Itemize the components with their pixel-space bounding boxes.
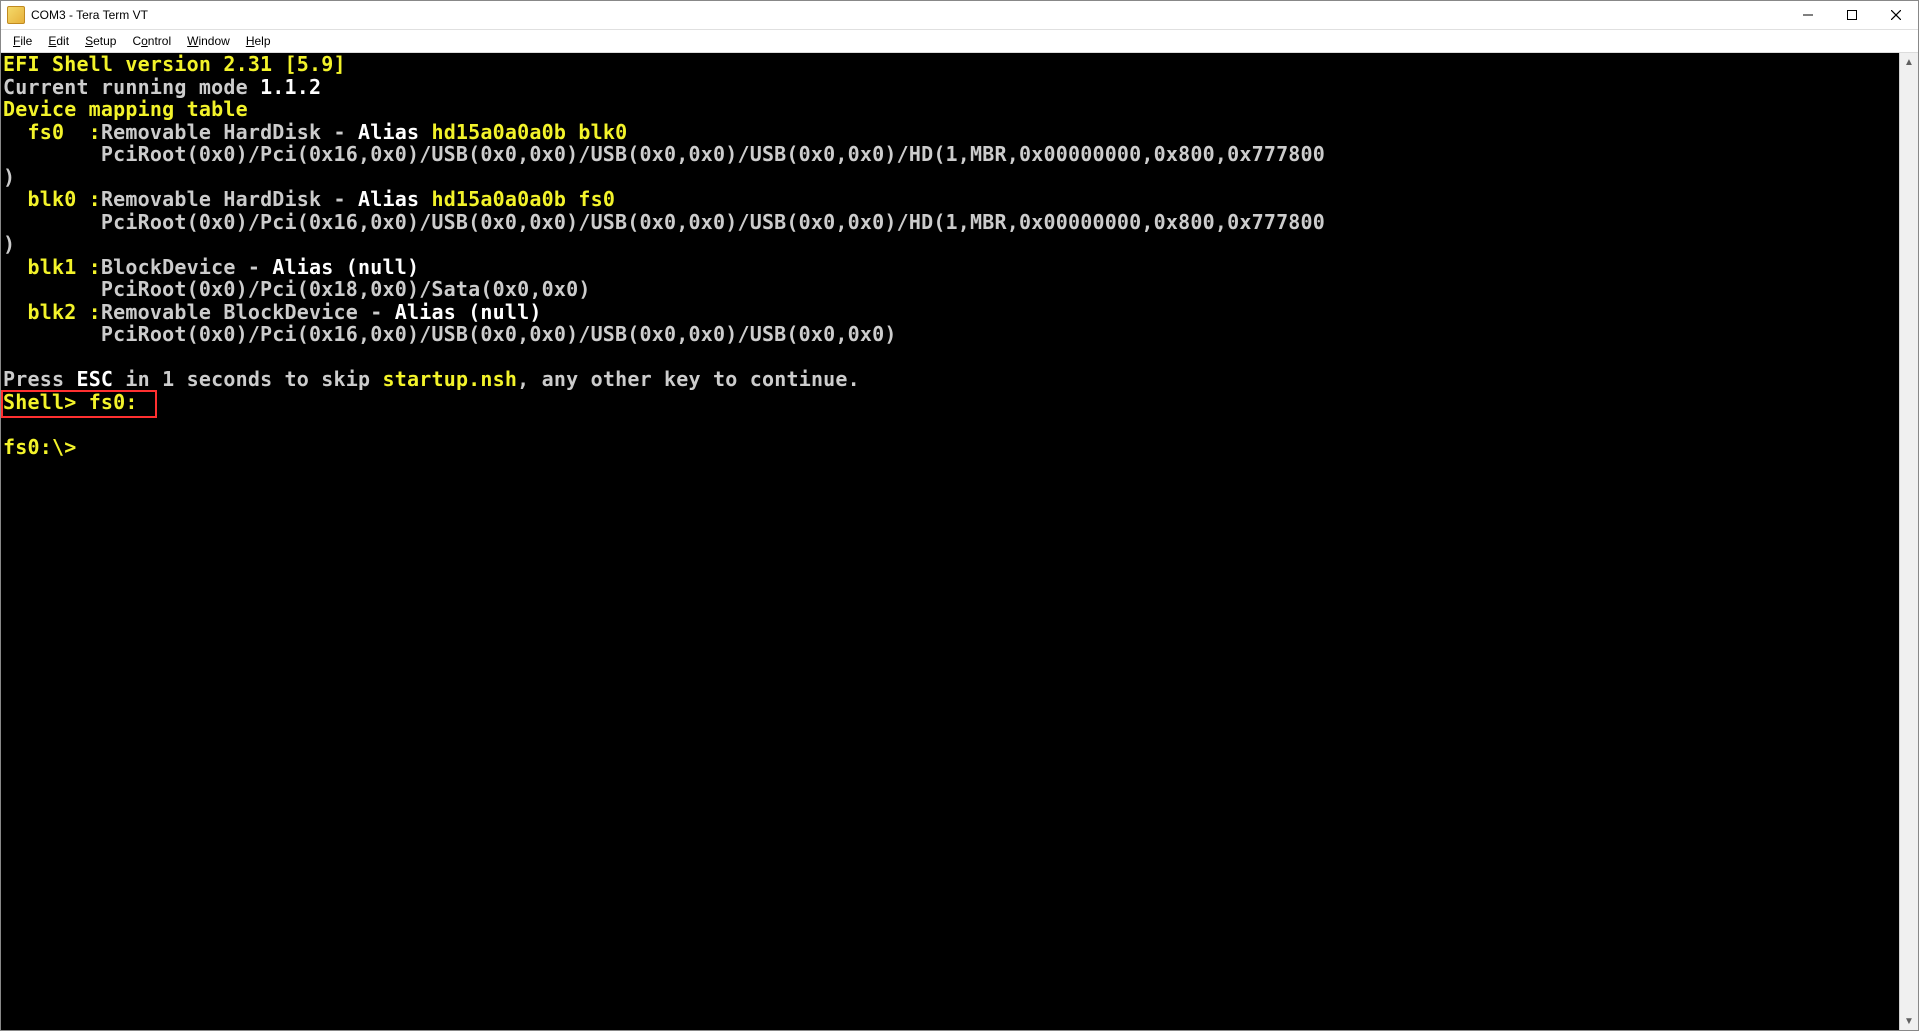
maximize-button[interactable] <box>1830 1 1874 29</box>
close-icon <box>1891 10 1901 20</box>
press-startup: startup.nsh <box>383 367 518 391</box>
close-button[interactable] <box>1874 1 1918 29</box>
fs0-path: PciRoot(0x0)/Pci(0x16,0x0)/USB(0x0,0x0)/… <box>3 142 1325 166</box>
blk2-path: PciRoot(0x0)/Pci(0x16,0x0)/USB(0x0,0x0)/… <box>3 322 897 346</box>
blk1-desc: BlockDevice - <box>101 255 272 279</box>
app-window: COM3 - Tera Term VT File Edit Setup Cont… <box>0 0 1919 1031</box>
press-post: , any other key to continue. <box>517 367 860 391</box>
fs0-label: fs0 : <box>3 120 101 144</box>
menu-window[interactable]: Window <box>179 32 238 50</box>
menu-file[interactable]: File <box>5 32 40 50</box>
minimize-icon <box>1803 10 1813 20</box>
line-mode-value: 1.1.2 <box>260 75 321 99</box>
blk0-path: PciRoot(0x0)/Pci(0x16,0x0)/USB(0x0,0x0)/… <box>3 210 1325 234</box>
alias-word-4: Alias <box>395 300 468 324</box>
blk0-desc: Removable HardDisk - <box>101 187 358 211</box>
press-esc: ESC <box>76 367 113 391</box>
shell-prompt: Shell> <box>3 390 89 414</box>
window-title: COM3 - Tera Term VT <box>31 8 148 22</box>
maximize-icon <box>1847 10 1857 20</box>
terminal-area: EFI Shell version 2.31 [5.9] Current run… <box>1 53 1918 1030</box>
scroll-up-icon[interactable]: ▲ <box>1900 53 1918 71</box>
blk1-label: blk1 : <box>3 255 101 279</box>
menubar: File Edit Setup Control Window Help <box>1 30 1918 53</box>
fs0-prompt: fs0:\> <box>3 435 76 459</box>
press-pre: Press <box>3 367 76 391</box>
terminal[interactable]: EFI Shell version 2.31 [5.9] Current run… <box>1 53 1900 1030</box>
alias-word-2: Alias <box>358 187 431 211</box>
blk0-alias: hd15a0a0a0b fs0 <box>431 187 615 211</box>
line-efi-shell: EFI Shell version 2.31 [5.9] <box>3 53 346 76</box>
blk1-path: PciRoot(0x0)/Pci(0x18,0x0)/Sata(0x0,0x0) <box>3 277 591 301</box>
alias-word-3: Alias <box>272 255 345 279</box>
scroll-down-icon[interactable]: ▼ <box>1900 1012 1918 1030</box>
minimize-button[interactable] <box>1786 1 1830 29</box>
blk2-desc: Removable BlockDevice - <box>101 300 395 324</box>
fs0-path-close: ) <box>3 165 15 189</box>
press-mid: in 1 seconds to skip <box>113 367 382 391</box>
shell-cmd: fs0: <box>89 390 138 414</box>
menu-edit[interactable]: Edit <box>40 32 77 50</box>
menu-control[interactable]: Control <box>124 32 179 50</box>
blk1-alias: (null) <box>346 255 419 279</box>
alias-word-1: Alias <box>358 120 431 144</box>
scrollbar[interactable]: ▲ ▼ <box>1899 53 1918 1030</box>
titlebar[interactable]: COM3 - Tera Term VT <box>1 1 1918 30</box>
blk2-label: blk2 : <box>3 300 101 324</box>
line-mode-label: Current running mode <box>3 75 260 99</box>
blk2-alias: (null) <box>468 300 541 324</box>
scroll-track[interactable] <box>1900 71 1918 1012</box>
blk0-label: blk0 : <box>3 187 101 211</box>
fs0-alias: hd15a0a0a0b blk0 <box>431 120 627 144</box>
blk0-path-close: ) <box>3 232 15 256</box>
menu-setup[interactable]: Setup <box>77 32 124 50</box>
fs0-desc: Removable HardDisk - <box>101 120 358 144</box>
menu-help[interactable]: Help <box>238 32 279 50</box>
app-icon <box>7 6 25 24</box>
line-device-table: Device mapping table <box>3 97 248 121</box>
